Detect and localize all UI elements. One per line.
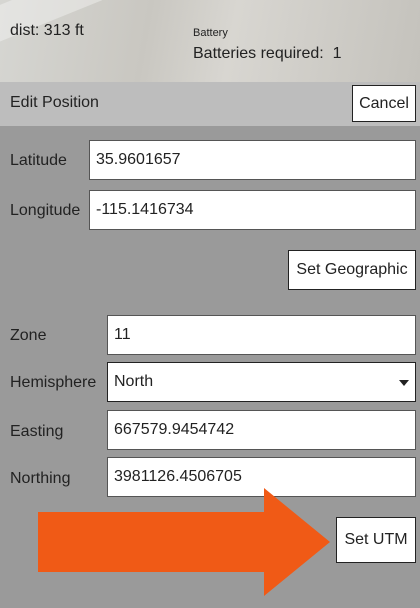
cancel-button[interactable]: Cancel <box>352 85 416 122</box>
hemisphere-label: Hemisphere <box>10 374 97 391</box>
hemisphere-selected-value: North <box>114 373 154 390</box>
battery-title: Battery <box>193 27 228 39</box>
set-utm-button[interactable]: Set UTM <box>336 517 416 563</box>
batteries-required: Batteries required: 1 <box>193 45 342 62</box>
edit-position-header: Edit Position Cancel <box>0 82 420 126</box>
page-title: Edit Position <box>10 94 99 111</box>
longitude-field[interactable]: -115.1416734 <box>89 190 416 230</box>
set-geographic-button[interactable]: Set Geographic <box>288 250 416 290</box>
northing-label: Northing <box>10 470 71 487</box>
distance-readout: dist: 313 ft <box>10 22 84 40</box>
distance-value: 313 ft <box>43 22 84 39</box>
arrow-right-icon <box>38 488 330 596</box>
hemisphere-select[interactable]: North <box>107 362 416 402</box>
easting-field[interactable]: 667579.9454742 <box>107 410 416 450</box>
latitude-label: Latitude <box>10 152 67 169</box>
latitude-field[interactable]: 35.9601657 <box>89 140 416 180</box>
distance-label: dist: <box>10 22 40 39</box>
easting-label: Easting <box>10 423 64 440</box>
longitude-label: Longitude <box>10 202 81 219</box>
map-status-bar: dist: 313 ft Battery Batteries required:… <box>0 0 420 82</box>
zone-label: Zone <box>10 327 47 344</box>
zone-field[interactable]: 11 <box>107 315 416 355</box>
chevron-down-icon <box>399 380 409 386</box>
